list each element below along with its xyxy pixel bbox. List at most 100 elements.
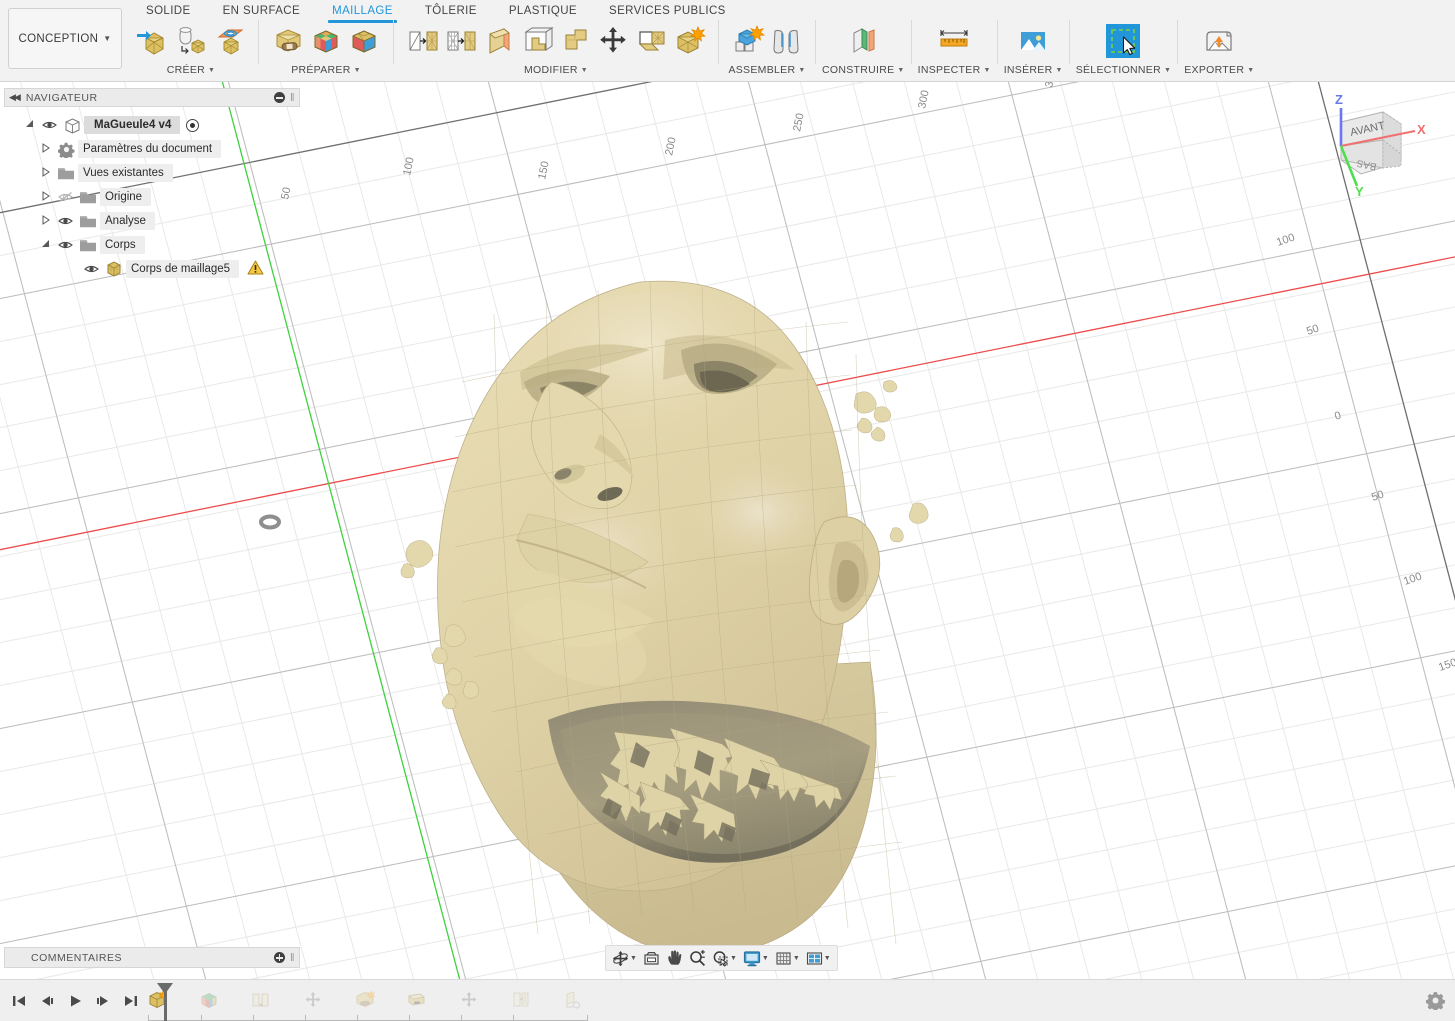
mesh-section-icon[interactable] xyxy=(632,21,670,61)
twisty-collapsed-icon[interactable] xyxy=(38,167,54,179)
tab-services-publics[interactable]: SERVICES PUBLICS xyxy=(593,1,742,22)
timeline-feature-9[interactable] xyxy=(560,988,586,1012)
browser-node-label: Paramètres du document xyxy=(78,140,222,158)
browser-node-analysis[interactable]: Analyse xyxy=(4,209,300,233)
tab-tolerie[interactable]: TÔLERIE xyxy=(409,1,493,22)
visibility-eye-icon[interactable] xyxy=(54,215,76,227)
construction-plane-icon[interactable] xyxy=(844,21,882,61)
plane-cut-icon[interactable] xyxy=(404,21,442,61)
svg-text:300: 300 xyxy=(916,89,932,109)
minimize-icon[interactable] xyxy=(273,92,285,103)
remesh-icon[interactable] xyxy=(345,21,383,61)
orbit-button[interactable]: ▼ xyxy=(609,947,640,969)
panel-label-inspecter[interactable]: INSPECTER ▼ xyxy=(918,62,991,78)
align-icon[interactable] xyxy=(594,21,632,61)
reduce-mesh-icon[interactable] xyxy=(442,21,480,61)
panel-label-creer[interactable]: CRÉER ▼ xyxy=(167,62,216,78)
panel-label-assembler[interactable]: ASSEMBLER ▼ xyxy=(728,62,805,78)
chevron-down-icon[interactable]: ▼ xyxy=(793,955,800,962)
zoom-button[interactable] xyxy=(686,947,709,969)
timeline-feature-8[interactable] xyxy=(508,988,534,1012)
browser-node-named-views[interactable]: Vues existantes xyxy=(4,161,300,185)
move-copy-icon[interactable] xyxy=(556,21,594,61)
segment-mesh-icon[interactable] xyxy=(307,21,345,61)
panel-label-modifier[interactable]: MODIFIER ▼ xyxy=(524,62,588,78)
panel-label-exporter[interactable]: EXPORTER ▼ xyxy=(1184,62,1254,78)
twisty-collapsed-icon[interactable] xyxy=(38,215,54,227)
timeline-feature-5[interactable] xyxy=(352,988,378,1012)
resize-grip[interactable]: ‖ xyxy=(290,952,295,964)
add-comment-icon[interactable] xyxy=(273,952,285,963)
timeline-playhead-marker[interactable] xyxy=(157,983,173,1021)
browser-node-document-settings[interactable]: Paramètres du document xyxy=(4,137,300,161)
view-cube[interactable]: AVANT BAS Z X Y xyxy=(1313,90,1433,200)
browser-node-bodies[interactable]: Corps xyxy=(4,233,300,257)
timeline-feature-3[interactable] xyxy=(248,988,274,1012)
active-component-radio[interactable] xyxy=(186,118,200,132)
chevron-down-icon[interactable]: ▼ xyxy=(762,955,769,962)
tab-plastique[interactable]: PLASTIQUE xyxy=(493,1,593,22)
timeline-feature-2[interactable] xyxy=(196,988,222,1012)
workspace-switcher-conception[interactable]: CONCEPTION ▼ xyxy=(8,8,122,69)
browser-node-origin[interactable]: Origine xyxy=(4,185,300,209)
svg-text:X: X xyxy=(1417,122,1426,137)
chevron-down-icon: ▼ xyxy=(1247,66,1255,74)
chevron-down-icon[interactable]: ▼ xyxy=(730,955,737,962)
joint-icon[interactable] xyxy=(767,21,805,61)
browser-node-document-root[interactable]: MaGueule4 v4 xyxy=(4,113,300,137)
panel-label-preparer[interactable]: PRÉPARER ▼ xyxy=(291,62,361,78)
folder-icon xyxy=(76,238,100,253)
insert-mesh-icon[interactable] xyxy=(134,21,172,61)
browser-title: NAVIGATEUR xyxy=(25,91,98,104)
step-back-button[interactable] xyxy=(34,988,60,1014)
visibility-eye-off-icon[interactable] xyxy=(54,191,76,203)
tab-solide[interactable]: SOLIDE xyxy=(130,1,207,22)
mesh-from-sketch-icon[interactable] xyxy=(210,21,248,61)
direct-edit-icon[interactable] xyxy=(518,21,556,61)
timeline-feature-4[interactable] xyxy=(300,988,326,1012)
resize-grip[interactable]: ‖ xyxy=(290,92,295,104)
pan-button[interactable] xyxy=(663,947,686,969)
collapse-left-icon[interactable]: ◀◀ xyxy=(9,92,21,103)
delete-mesh-icon[interactable] xyxy=(670,21,708,61)
make-closed-mesh-icon[interactable] xyxy=(480,21,518,61)
insert-canvas-icon[interactable] xyxy=(1014,21,1052,61)
play-button[interactable] xyxy=(62,988,88,1014)
timeline-feature-6[interactable] xyxy=(404,988,430,1012)
twisty-expanded-icon[interactable] xyxy=(38,239,54,251)
settings-gear-icon[interactable] xyxy=(1425,991,1445,1015)
warning-icon[interactable] xyxy=(247,260,264,278)
step-forward-button[interactable] xyxy=(90,988,116,1014)
look-at-button[interactable] xyxy=(640,947,663,969)
origin-point xyxy=(259,514,281,530)
panel-label-construire[interactable]: CONSTRUIRE ▼ xyxy=(822,62,905,78)
twisty-collapsed-icon[interactable] xyxy=(38,191,54,203)
repair-mesh-icon[interactable] xyxy=(269,21,307,61)
visibility-eye-icon[interactable] xyxy=(54,239,76,251)
visibility-eye-icon[interactable] xyxy=(80,263,102,275)
visibility-eye-icon[interactable] xyxy=(38,119,60,131)
panel-label-inserer[interactable]: INSÉRER ▼ xyxy=(1004,62,1063,78)
select-icon[interactable] xyxy=(1104,21,1142,61)
zoom-window-button[interactable]: ▼ xyxy=(709,947,740,969)
jump-to-start-button[interactable] xyxy=(6,988,32,1014)
chevron-down-icon[interactable]: ▼ xyxy=(630,955,637,962)
twisty-expanded-icon[interactable] xyxy=(22,119,38,131)
viewport-layout-button[interactable]: ▼ xyxy=(803,947,834,969)
panel-label-selectionner[interactable]: SÉLECTIONNER ▼ xyxy=(1076,62,1172,78)
new-component-icon[interactable] xyxy=(729,21,767,61)
browser-node-mesh-body-5[interactable]: Corps de maillage5 xyxy=(4,257,300,281)
grid-snaps-button[interactable]: ▼ xyxy=(772,947,803,969)
chevron-down-icon: ▼ xyxy=(897,66,905,74)
display-settings-button[interactable]: ▼ xyxy=(740,947,772,969)
grid-right-labels: 100 50 0 50 100 150 xyxy=(1275,232,1455,674)
tab-maillage[interactable]: MAILLAGE xyxy=(316,1,409,23)
export-mesh-icon[interactable] xyxy=(1200,21,1238,61)
twisty-collapsed-icon[interactable] xyxy=(38,143,54,155)
chevron-down-icon[interactable]: ▼ xyxy=(824,955,831,962)
mesh-from-brep-icon[interactable] xyxy=(172,21,210,61)
measure-icon[interactable] xyxy=(935,21,973,61)
tab-en-surface[interactable]: EN SURFACE xyxy=(207,1,317,22)
timeline-feature-7[interactable] xyxy=(456,988,482,1012)
jump-to-end-button[interactable] xyxy=(118,988,144,1014)
